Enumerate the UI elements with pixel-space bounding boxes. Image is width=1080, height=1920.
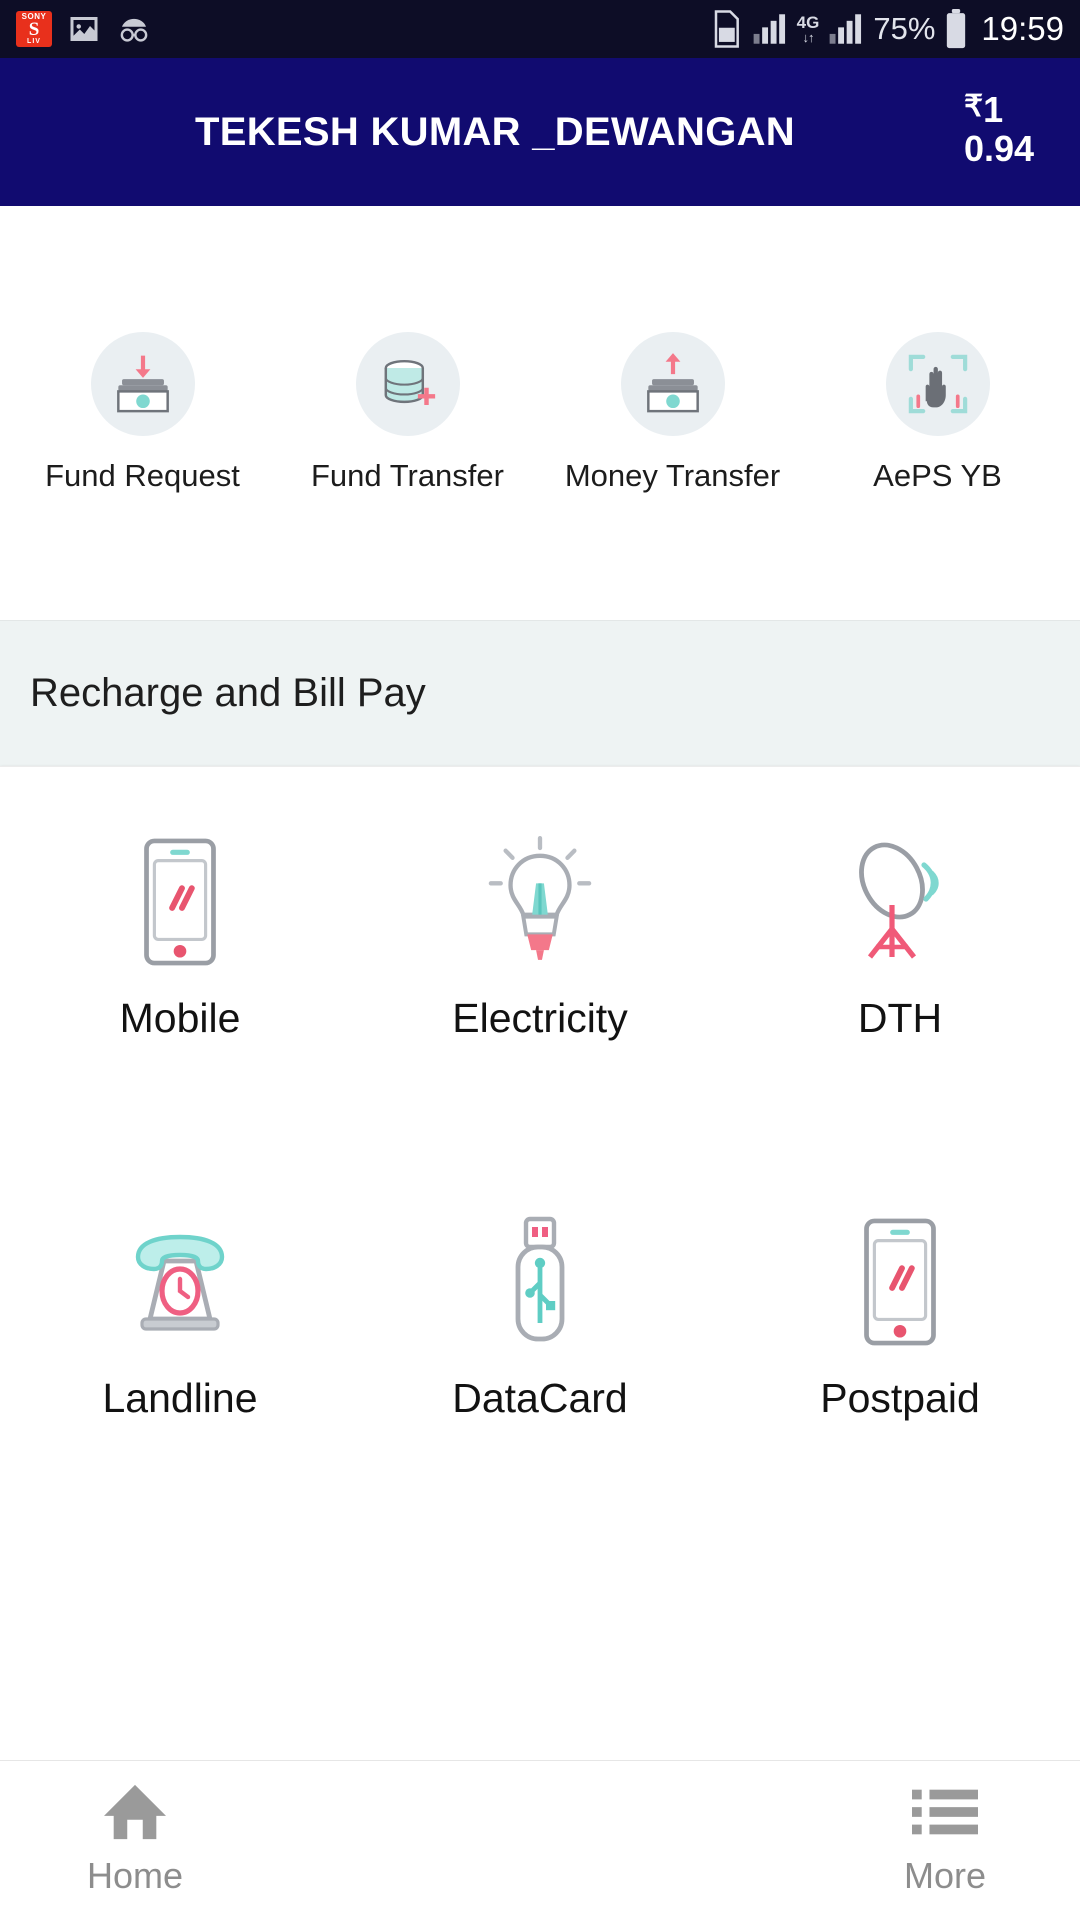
smartphone-icon [852, 1187, 948, 1347]
bill-service-dth[interactable]: DTH [720, 807, 1080, 1127]
sonyliv-bottom-text: LIV [27, 38, 41, 45]
money-down-arrow-icon [90, 332, 195, 436]
bill-services-row: Landline DataCard Postpaid [0, 1187, 1080, 1507]
wallet-balance[interactable]: ₹1 0.94 [964, 89, 1074, 169]
smartphone-icon [132, 807, 228, 967]
quick-action-label: AePS YB [873, 458, 1002, 493]
list-menu-icon [912, 1779, 978, 1845]
section-header-recharge-bill-pay: Recharge and Bill Pay [0, 620, 1080, 766]
money-up-arrow-icon [620, 332, 725, 436]
balance-line-2: 0.94 [964, 128, 1035, 169]
gallery-icon [66, 11, 102, 47]
bill-service-label: Mobile [119, 995, 241, 1041]
bill-service-label: Landline [102, 1375, 258, 1421]
status-bar-notifications: SONY S LIV [16, 11, 152, 47]
quick-action-money-transfer[interactable]: Money Transfer [540, 332, 805, 494]
bill-services-row: Mobile Electricity DTH [0, 807, 1080, 1127]
page-title: TEKESH KUMAR _DEWANGAN [195, 109, 795, 154]
quick-action-fund-request[interactable]: Fund Request [10, 332, 275, 494]
sonyliv-letter: S [28, 19, 40, 40]
rotary-phone-icon [114, 1187, 246, 1347]
bill-services-grid: Mobile Electricity DTH Landline DataCard… [0, 766, 1080, 1760]
quick-action-label: Fund Transfer [311, 458, 504, 493]
sim-card-icon [709, 9, 743, 49]
sonyliv-icon: SONY S LIV [16, 11, 52, 47]
network-type-label: 4G ↓↑ [796, 13, 820, 45]
nav-item-label: More [903, 1855, 987, 1896]
rupee-symbol-icon: ₹ [964, 90, 984, 124]
incognito-icon [116, 12, 152, 46]
bill-service-mobile[interactable]: Mobile [0, 807, 360, 1127]
fingerprint-hand-scan-icon [885, 332, 990, 436]
balance-line-1: 1 [983, 89, 1004, 131]
satellite-dish-icon [838, 807, 962, 967]
app-header: TEKESH KUMAR _DEWANGAN ₹1 0.94 [0, 58, 1080, 206]
status-bar: SONY S LIV 4G ↓↑ 75% 19:59 [0, 0, 1080, 58]
section-title: Recharge and Bill Pay [30, 671, 426, 715]
quick-actions-card: Fund Request Fund Transfer Money Transfe… [0, 206, 1080, 620]
bill-service-label: DTH [857, 995, 943, 1041]
battery-icon [944, 9, 968, 49]
bill-service-electricity[interactable]: Electricity [360, 807, 720, 1127]
data-arrows-icon: ↓↑ [802, 30, 815, 45]
battery-percent-label: 75% [873, 11, 936, 46]
bill-service-postpaid[interactable]: Postpaid [720, 1187, 1080, 1507]
home-icon [100, 1779, 170, 1845]
clock-label: 19:59 [981, 10, 1064, 47]
bill-service-landline[interactable]: Landline [0, 1187, 360, 1507]
nav-item-home[interactable]: Home [0, 1779, 270, 1897]
quick-action-label: Money Transfer [564, 458, 781, 493]
bottom-navigation-bar: Home More [0, 1760, 1080, 1920]
signal-bars-icon [752, 12, 788, 46]
quick-action-label: Fund Request [45, 458, 240, 493]
nav-item-more[interactable]: More [810, 1779, 1080, 1897]
bill-service-label: Postpaid [820, 1375, 980, 1421]
status-bar-indicators: 4G ↓↑ 75% 19:59 [709, 9, 1064, 49]
usb-dongle-icon [500, 1187, 580, 1347]
bill-service-datacard[interactable]: DataCard [360, 1187, 720, 1507]
database-plus-icon [355, 332, 460, 436]
light-bulb-icon [485, 807, 595, 967]
signal-bars-icon-2 [828, 12, 864, 46]
bill-service-label: DataCard [452, 1375, 628, 1421]
bill-service-label: Electricity [452, 995, 628, 1041]
app-screen: SONY S LIV 4G ↓↑ 75% 19:59 TEKESH KUMAR … [0, 0, 1080, 1920]
quick-action-fund-transfer[interactable]: Fund Transfer [275, 332, 540, 494]
nav-item-label: Home [86, 1855, 184, 1896]
quick-action-aeps-yb[interactable]: AePS YB [805, 332, 1070, 494]
